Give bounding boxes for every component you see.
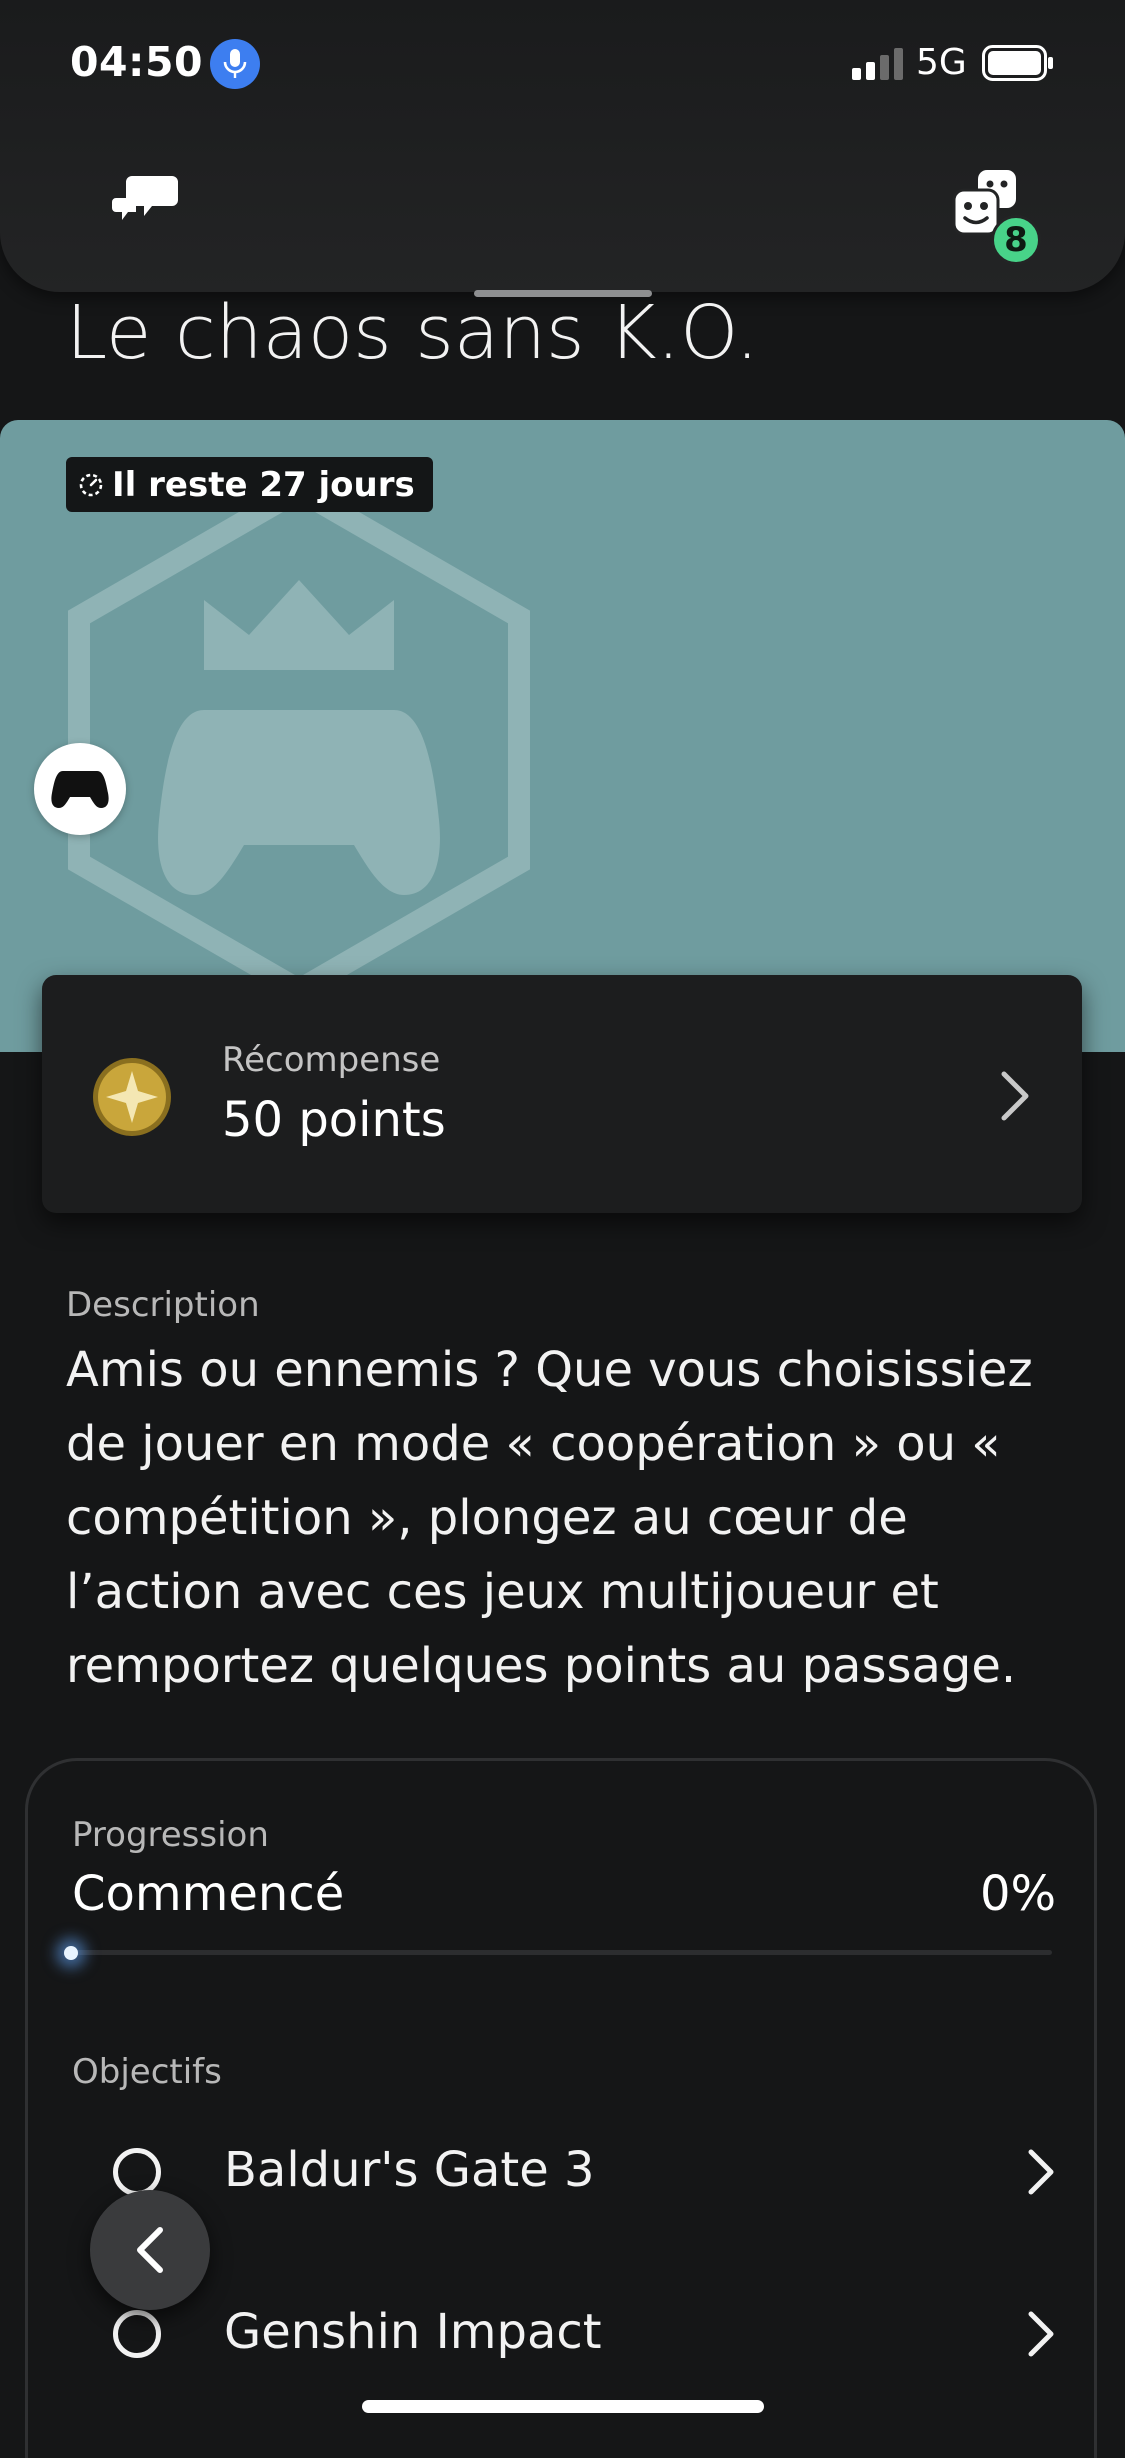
progress-label: Progression [72, 1815, 269, 1855]
chevron-right-icon[interactable] [1026, 2310, 1056, 2358]
progress-percent: 0% [980, 1866, 1057, 1922]
description-label: Description [66, 1285, 260, 1325]
progress-bar [72, 1950, 1052, 1955]
objective-status-icon [113, 2148, 161, 2196]
campaign-hero-banner [0, 420, 1125, 1052]
battery-icon [982, 45, 1053, 81]
friends-count-badge: 8 [991, 215, 1041, 265]
home-indicator[interactable] [362, 2400, 764, 2413]
signal-strength-icon [852, 48, 903, 80]
network-type: 5G [916, 42, 967, 83]
page-title: Le chaos sans K.O. [66, 290, 759, 376]
back-button[interactable] [90, 2190, 210, 2310]
objectives-label: Objectifs [72, 2052, 222, 2092]
chevron-right-icon[interactable] [1026, 2148, 1056, 2196]
points-coin-icon [93, 1058, 171, 1136]
chevron-right-icon[interactable] [998, 1070, 1032, 1122]
progress-indicator [64, 1946, 78, 1960]
reward-value: 50 points [222, 1092, 446, 1148]
objective-status-icon [113, 2310, 161, 2358]
messages-icon[interactable] [112, 172, 178, 232]
days-remaining-tag: Il reste 27 jours [66, 457, 433, 512]
controller-icon [34, 743, 126, 835]
objective-item-label[interactable]: Genshin Impact [224, 2304, 602, 2360]
timer-icon [79, 473, 103, 496]
days-remaining-text: Il reste 27 jours [112, 464, 415, 505]
reward-card[interactable] [42, 975, 1082, 1213]
status-time: 04:50 [70, 38, 204, 86]
description-text: Amis ou ennemis ? Que vous choisissiez d… [66, 1342, 1033, 1694]
microphone-icon [210, 39, 260, 89]
reward-label: Récompense [222, 1040, 441, 1080]
chevron-left-icon [137, 2227, 163, 2273]
progress-status: Commencé [72, 1866, 345, 1922]
crown-controller-emblem [68, 480, 530, 1000]
objective-item-label[interactable]: Baldur's Gate 3 [224, 2142, 595, 2198]
